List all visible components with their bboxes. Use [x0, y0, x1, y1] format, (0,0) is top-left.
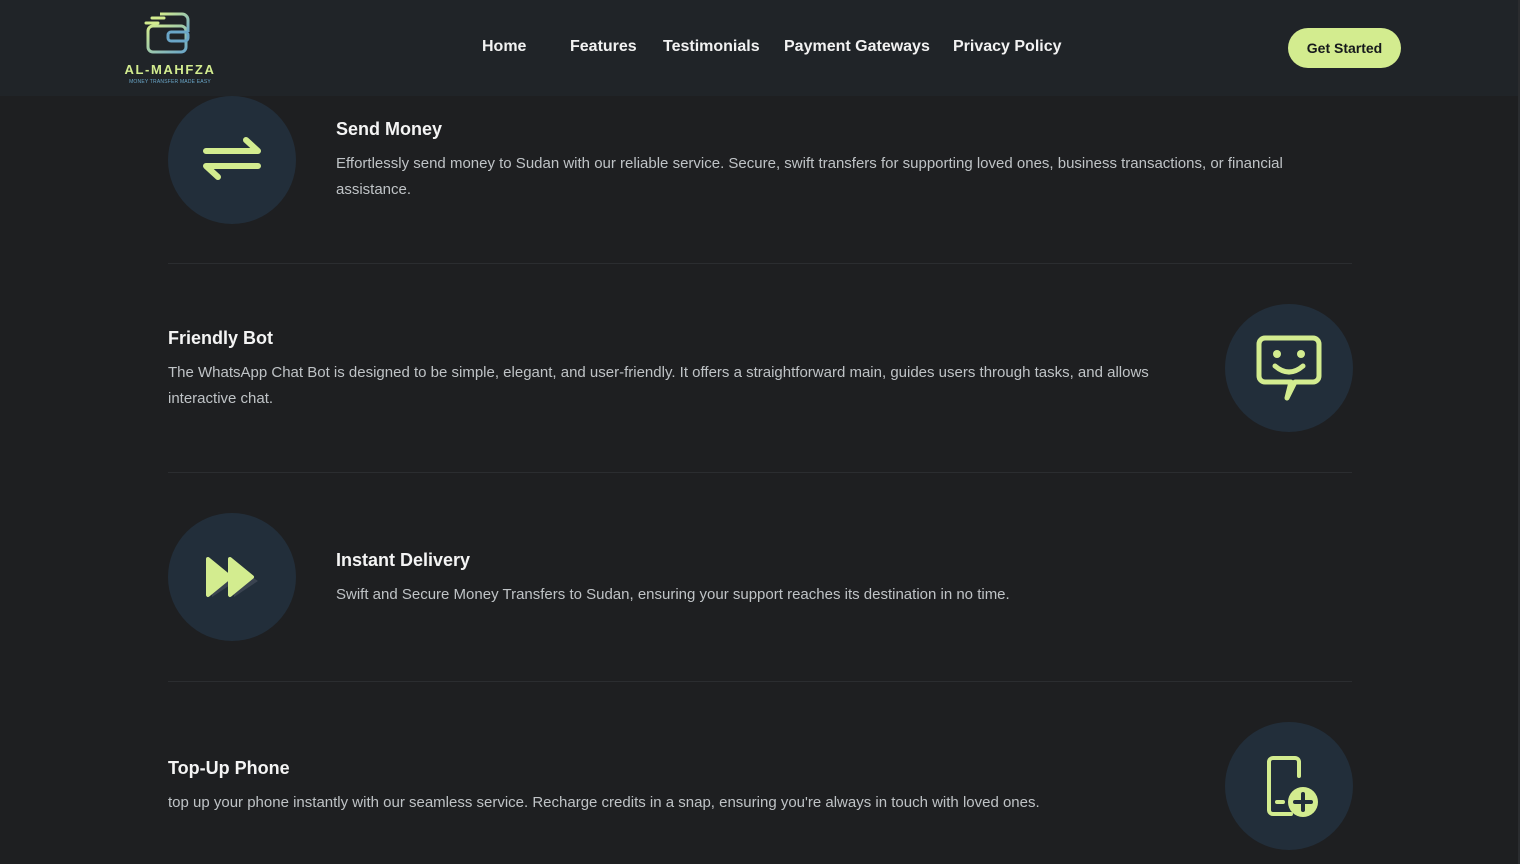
nav-item-home[interactable]: Home: [482, 38, 526, 56]
brand-tagline: MONEY TRANSFER MADE EASY: [129, 79, 211, 85]
top-up-phone-icon-circle: [1225, 722, 1353, 850]
brand-name: AL-MAHFZA: [124, 62, 216, 77]
nav-item-payment-gateways[interactable]: Payment Gateways: [784, 38, 930, 56]
friendly-bot-icon-circle: [1225, 304, 1353, 432]
nav-item-testimonials[interactable]: Testimonials: [663, 38, 760, 56]
nav-item-privacy-policy[interactable]: Privacy Policy: [953, 38, 1062, 56]
section-divider: [168, 263, 1352, 264]
chat-bot-icon: [1256, 335, 1322, 401]
feature-title: Top-Up Phone: [168, 758, 290, 778]
feature-description: Effortlessly send money to Sudan with ou…: [336, 155, 1283, 198]
feature-description: Swift and Secure Money Transfers to Suda…: [336, 586, 1010, 603]
feature-description: top up your phone instantly with our sea…: [168, 794, 1040, 811]
wallet-logo-icon: [144, 12, 190, 54]
get-started-button[interactable]: Get Started: [1288, 28, 1401, 68]
nav-item-features[interactable]: Features: [570, 38, 637, 56]
feature-title: Instant Delivery: [336, 550, 471, 570]
send-money-icon-circle: [168, 96, 296, 224]
feature-description: The WhatsApp Chat Bot is designed to be …: [168, 364, 1149, 407]
site-header: AL-MAHFZA MONEY TRANSFER MADE EASY Home …: [0, 0, 1520, 96]
brand-logo[interactable]: AL-MAHFZA MONEY TRANSFER MADE EASY: [118, 6, 222, 88]
instant-delivery-icon-circle: [168, 513, 296, 641]
phone-topup-icon: [1267, 756, 1318, 817]
section-divider: [168, 472, 1352, 473]
feature-title: Send Money: [336, 119, 443, 139]
fast-forward-icon: [206, 557, 258, 597]
section-divider: [168, 681, 1352, 682]
transfer-arrows-icon: [203, 137, 261, 180]
feature-title: Friendly Bot: [168, 328, 274, 348]
